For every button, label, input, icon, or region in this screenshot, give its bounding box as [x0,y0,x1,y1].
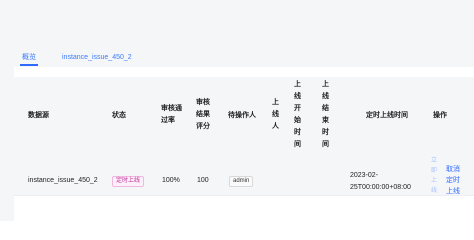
tab-instance[interactable]: instance_issue_450_2 [62,51,132,66]
header-score: 审核 结果 评分 [196,99,210,130]
header-pass-rate: 审核通 过率 [161,105,182,124]
header-end-time: 上 线 结 束 时 间 [322,81,329,148]
cell-datasource: instance_issue_450_2 [28,177,98,184]
cancel-schedule-link[interactable]: 取消 定时 上线 [446,164,460,197]
header-pending-operator: 待操作人 [228,112,256,119]
header-actions: 操作 [433,112,447,119]
header-online-user: 上 线 人 [272,99,279,130]
table-row: instance_issue_450_2 定时上线 100% 100 admin… [0,150,460,210]
header-status: 状态 [112,112,126,119]
tab-overview[interactable]: 概览 [20,51,38,66]
tab-bar: 概览 instance_issue_450_2 [14,51,474,68]
cell-pass-rate: 100% [162,177,180,184]
page: 概览 instance_issue_450_2 数据源 状态 审核通 过率 审核… [0,0,474,221]
header-datasource: 数据源 [28,112,49,119]
header-start-time: 上 线 开 始 时 间 [294,81,301,148]
online-now-link[interactable]: 立 即 上 线 [431,156,437,196]
header-scheduled-time: 定时上线时间 [366,112,408,119]
status-badge: 定时上线 [112,176,145,187]
pending-operator-badge: admin [229,176,254,187]
cell-scheduled-time: 2023-02- 25T00:00:00+08:00 [350,172,411,191]
cell-score: 100 [197,177,209,184]
